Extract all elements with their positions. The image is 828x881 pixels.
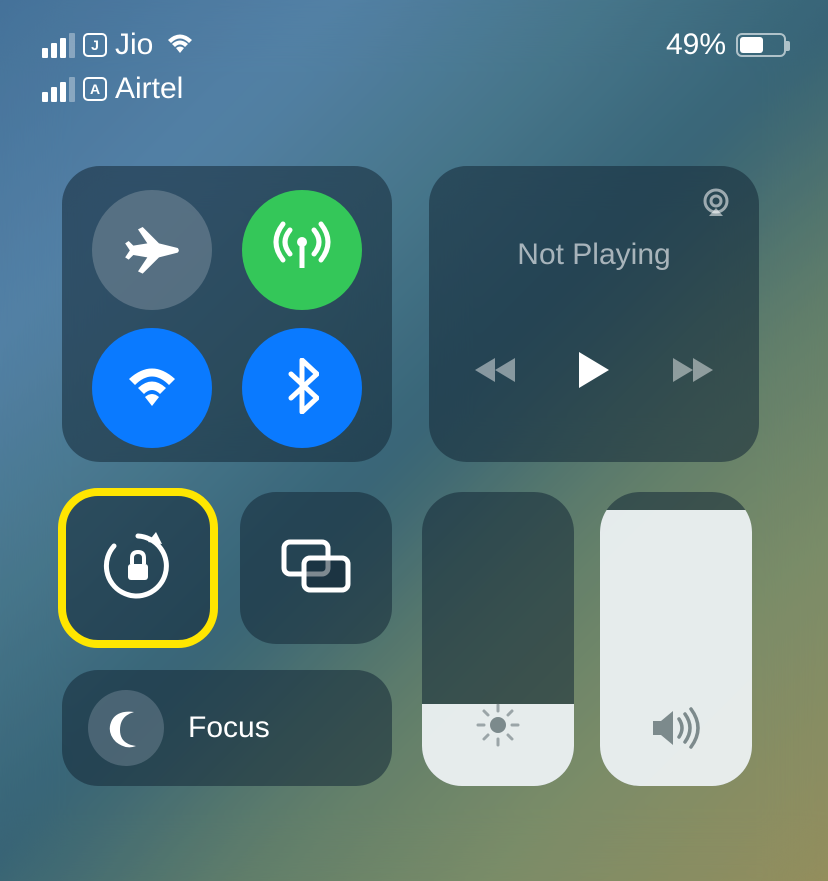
status-bar: J Jio A Airtel 49% [0, 0, 828, 106]
signal-icon [42, 77, 75, 102]
media-panel[interactable]: Not Playing [429, 166, 759, 462]
sim-badge-1: J [83, 33, 107, 57]
bluetooth-icon [285, 358, 319, 419]
signal-icon [42, 33, 75, 58]
wifi-button[interactable] [92, 328, 212, 448]
battery-icon [736, 33, 786, 57]
media-title: Not Playing [517, 238, 670, 272]
connectivity-panel [62, 166, 392, 462]
bluetooth-button[interactable] [242, 328, 362, 448]
focus-label: Focus [188, 711, 270, 745]
volume-slider[interactable] [600, 492, 752, 786]
status-right: 49% [666, 28, 786, 62]
airplane-mode-button[interactable] [92, 190, 212, 310]
moon-icon [88, 690, 164, 766]
wifi-icon [165, 32, 195, 59]
status-left: J Jio A Airtel [42, 28, 195, 106]
airplay-icon[interactable] [699, 188, 733, 223]
next-track-button[interactable] [671, 356, 713, 389]
wifi-icon [123, 364, 181, 413]
previous-track-button[interactable] [475, 356, 517, 389]
screen-mirroring-icon [280, 538, 352, 599]
volume-icon [649, 707, 703, 754]
media-controls [475, 350, 713, 395]
sim-badge-2: A [83, 77, 107, 101]
battery-percentage: 49% [666, 28, 726, 62]
carrier-name-1: Jio [115, 28, 153, 62]
carrier-row-2: A Airtel [42, 72, 195, 106]
antenna-icon [272, 218, 332, 283]
airplane-icon [124, 220, 180, 281]
brightness-icon [474, 701, 522, 754]
screen-mirroring-button[interactable] [240, 492, 392, 644]
carrier-row-1: J Jio [42, 28, 195, 62]
orientation-lock-button[interactable] [62, 492, 214, 644]
play-button[interactable] [577, 350, 611, 395]
focus-button[interactable]: Focus [62, 670, 392, 786]
orientation-lock-icon [100, 528, 176, 609]
cellular-data-button[interactable] [242, 190, 362, 310]
carrier-name-2: Airtel [115, 72, 183, 106]
brightness-slider[interactable] [422, 492, 574, 786]
